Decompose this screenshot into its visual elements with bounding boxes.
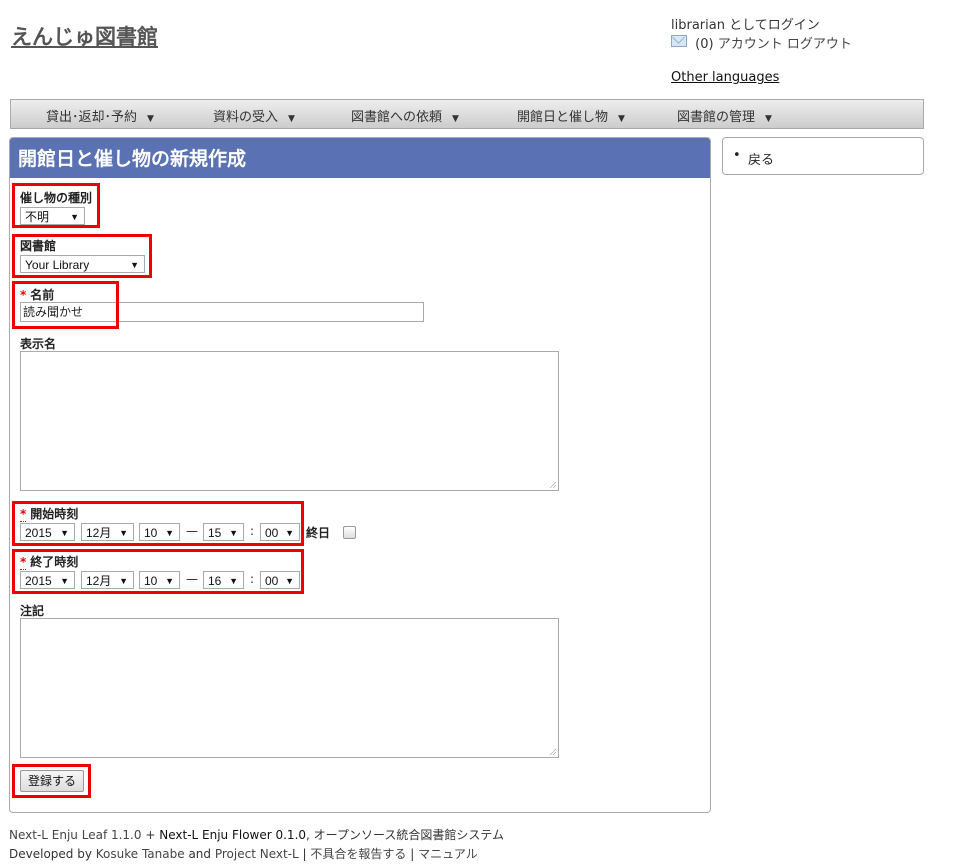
- chevron-down-icon: ▼: [288, 114, 295, 124]
- main-nav: 貸出･返却･予約 ▼ 資料の受入 ▼ 図書館への依頼 ▼ 開館日と催し物 ▼ 図書館の管…: [10, 99, 924, 129]
- resize-grip-icon[interactable]: [550, 749, 556, 755]
- display-name-label: 表示名: [20, 337, 57, 351]
- resize-grip-icon[interactable]: [550, 482, 556, 488]
- developed-by-text: Developed by: [9, 847, 92, 861]
- mail-icon[interactable]: [671, 35, 687, 47]
- all-day-label: 終日: [306, 526, 331, 540]
- highlight-box: [12, 549, 304, 594]
- site-title-link[interactable]: えんじゅ図書館: [11, 21, 158, 51]
- nav-label: 資料の受入: [213, 110, 279, 125]
- highlight-box: [12, 764, 91, 798]
- logout-link[interactable]: ログアウト: [787, 37, 852, 52]
- back-link[interactable]: 戻る: [748, 149, 774, 168]
- project-link[interactable]: Project Next-L: [215, 847, 299, 861]
- report-bug-link[interactable]: 不具合を報告する: [310, 847, 406, 861]
- bullet: •: [733, 148, 741, 163]
- highlight-box: [12, 501, 304, 546]
- nav-item-events[interactable]: 開館日と催し物 ▼: [517, 106, 625, 125]
- message-count: (0): [695, 37, 714, 52]
- login-status: librarian としてログイン: [671, 18, 820, 33]
- manual-link[interactable]: マニュアル: [418, 847, 478, 861]
- nav-item-requests[interactable]: 図書館への依頼 ▼: [351, 106, 459, 125]
- nav-item-circulation[interactable]: 貸出･返却･予約 ▼: [46, 106, 154, 125]
- pipe-separator: |: [410, 847, 415, 861]
- highlight-box: [12, 281, 119, 329]
- nav-label: 図書館への依頼: [351, 110, 443, 125]
- display-name-textarea[interactable]: [20, 351, 559, 491]
- page-title: 開館日と催し物の新規作成: [10, 138, 710, 178]
- other-languages-link[interactable]: Other languages: [671, 70, 779, 85]
- enju-leaf-link[interactable]: Next-L Enju Leaf 1.1.0: [9, 828, 142, 842]
- user-box: librarian としてログイン (0) アカウント ログアウト: [671, 16, 852, 54]
- nav-item-admin[interactable]: 図書館の管理 ▼: [677, 106, 772, 125]
- pipe-separator: |: [302, 847, 307, 861]
- sidebar-panel: • 戻る: [722, 137, 924, 175]
- account-link[interactable]: アカウント: [718, 37, 783, 52]
- nav-label: 開館日と催し物: [517, 110, 609, 125]
- note-textarea[interactable]: [20, 618, 559, 758]
- enju-flower-link[interactable]: Next-L Enju Flower 0.1.0: [159, 828, 306, 842]
- nav-label: 図書館の管理: [677, 110, 756, 125]
- nav-label: 貸出･返却･予約: [46, 110, 138, 125]
- nav-item-acquisition[interactable]: 資料の受入 ▼: [213, 106, 295, 125]
- and-text: and: [188, 847, 212, 861]
- footer-line-1: Next-L Enju Leaf 1.1.0 + Next-L Enju Flo…: [9, 826, 504, 843]
- tagline: , オープンソース統合図書館システム: [306, 828, 504, 842]
- highlight-box: [12, 183, 100, 228]
- chevron-down-icon: ▼: [765, 114, 772, 124]
- chevron-down-icon: ▼: [618, 114, 625, 124]
- chevron-down-icon: ▼: [452, 114, 459, 124]
- chevron-down-icon: ▼: [147, 114, 154, 124]
- all-day-checkbox[interactable]: [343, 526, 356, 539]
- footer-line-2: Developed by Kosuke Tanabe and Project N…: [9, 845, 478, 862]
- plus-text: +: [145, 828, 156, 842]
- author-link[interactable]: Kosuke Tanabe: [96, 847, 185, 861]
- highlight-box: [12, 234, 152, 278]
- note-label: 注記: [20, 604, 45, 618]
